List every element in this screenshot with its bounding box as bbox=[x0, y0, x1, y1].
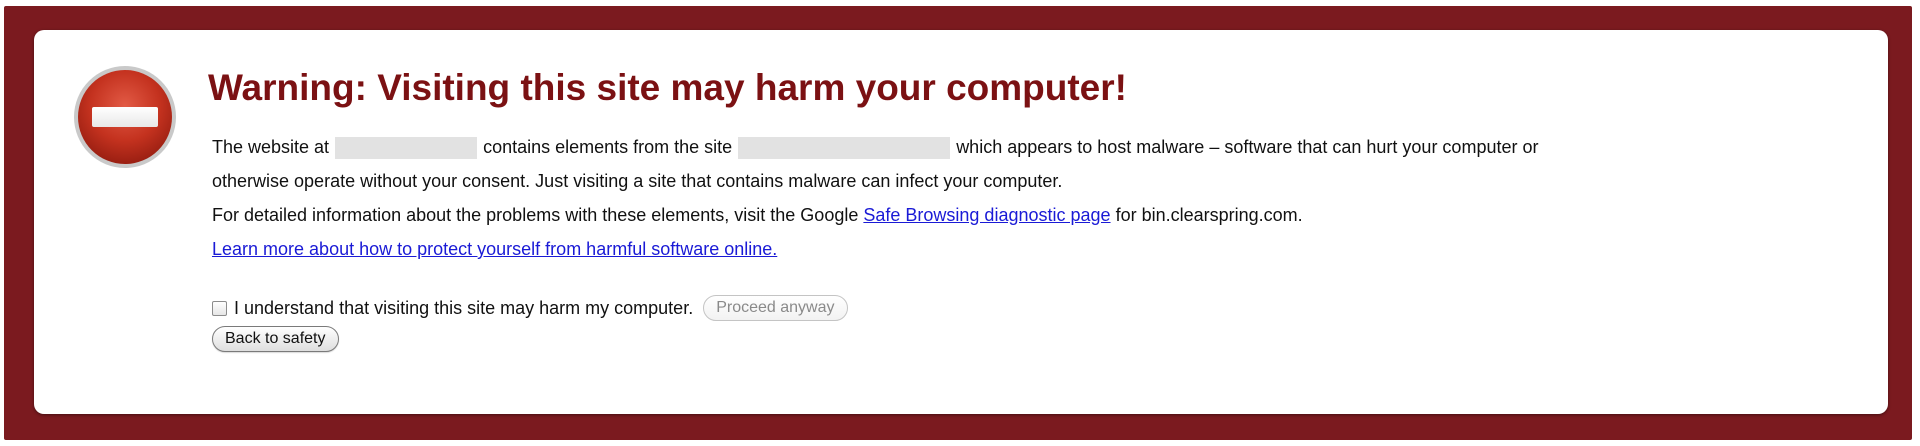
warning-actions: I understand that visiting this site may… bbox=[212, 292, 848, 352]
redacted-website bbox=[335, 137, 478, 160]
message-line-1: The website at contains elements from the… bbox=[212, 130, 1852, 164]
message-line-4: Learn more about how to protect yourself… bbox=[212, 232, 1852, 266]
consent-label: I understand that visiting this site may… bbox=[234, 297, 694, 318]
proceed-anyway-button[interactable]: Proceed anyway bbox=[703, 295, 848, 321]
page-frame: Warning: Visiting this site may harm you… bbox=[0, 0, 1920, 446]
message-text: for bin.clearspring.com. bbox=[1115, 205, 1303, 225]
diagnostic-page-link[interactable]: Safe Browsing diagnostic page bbox=[863, 205, 1110, 225]
back-row: Back to safety bbox=[212, 326, 848, 352]
message-text: contains elements from the site bbox=[483, 137, 733, 157]
warning-message: The website at contains elements from the… bbox=[212, 130, 1852, 266]
consent-row: I understand that visiting this site may… bbox=[212, 292, 848, 324]
message-text: which appears to host malware – software… bbox=[956, 137, 1539, 157]
message-text: For detailed information about the probl… bbox=[212, 205, 859, 225]
learn-more-link[interactable]: Learn more about how to protect yourself… bbox=[212, 239, 777, 259]
back-to-safety-button[interactable]: Back to safety bbox=[212, 326, 339, 352]
redacted-site bbox=[738, 137, 951, 160]
warning-title: Warning: Visiting this site may harm you… bbox=[208, 67, 1127, 108]
consent-checkbox[interactable] bbox=[212, 300, 227, 316]
message-line-3: For detailed information about the probl… bbox=[212, 198, 1852, 232]
message-line-2: otherwise operate without your consent. … bbox=[212, 171, 1063, 191]
stop-icon bbox=[74, 66, 176, 168]
message-text: The website at bbox=[212, 137, 330, 157]
